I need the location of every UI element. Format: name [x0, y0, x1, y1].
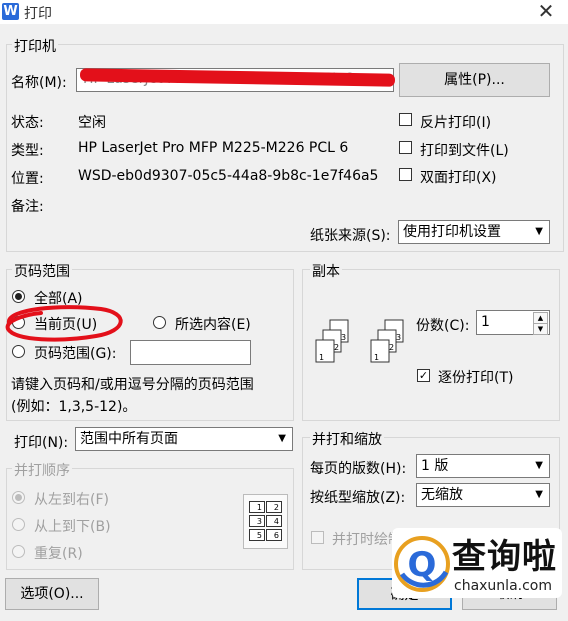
- print-to-file-checkbox[interactable]: [399, 141, 412, 154]
- svg-text:2: 2: [389, 343, 394, 352]
- page-range-input[interactable]: [130, 340, 251, 365]
- chevron-down-icon: ▼: [535, 489, 543, 500]
- pages-per-sheet-label: 每页的版数(H):: [310, 461, 407, 477]
- page-range-hint-2: (例如：1,3,5-12)。: [11, 399, 137, 415]
- order-thumb-2: 2: [266, 501, 282, 513]
- annotation-circle: [5, 305, 123, 342]
- printer-name-label: 名称(M):: [11, 75, 67, 91]
- watermark-logo-icon: Q: [394, 536, 450, 592]
- range-pages-radio[interactable]: [12, 345, 25, 358]
- scale-select[interactable]: 无缩放 ▼: [416, 483, 550, 507]
- copies-group-title: 副本: [310, 261, 342, 281]
- duplex-label: 双面打印(X): [420, 170, 497, 186]
- collate-label: 逐份打印(T): [438, 370, 514, 386]
- chevron-down-icon: ▼: [278, 433, 286, 444]
- print-what-label: 打印(N):: [14, 435, 69, 451]
- range-selection-radio[interactable]: [153, 316, 166, 329]
- order-left-right-label: 从左到右(F): [34, 492, 109, 508]
- reverse-print-label: 反片打印(I): [420, 115, 492, 131]
- type-label: 类型:: [11, 143, 44, 159]
- location-label: 位置:: [11, 171, 44, 187]
- spin-down-icon[interactable]: ▼: [533, 323, 548, 335]
- range-pages-label: 页码范围(G):: [34, 346, 117, 362]
- watermark-text: 查询啦: [452, 537, 557, 577]
- paper-source-value: 使用打印机设置: [403, 224, 501, 240]
- watermark-subtext: chaxunla.com: [454, 578, 552, 594]
- order-thumb-6: 6: [266, 529, 282, 541]
- copies-value: 1: [481, 314, 490, 330]
- chevron-down-icon: ▼: [535, 460, 543, 471]
- print-what-select[interactable]: 范围中所有页面 ▼: [75, 427, 293, 451]
- svg-text:3: 3: [396, 333, 401, 342]
- status-value: 空闲: [78, 115, 106, 131]
- type-value: HP LaserJet Pro MFP M225-M226 PCL 6: [78, 140, 349, 156]
- svg-text:1: 1: [374, 353, 379, 362]
- close-icon[interactable]: ✕: [536, 0, 556, 22]
- svg-text:2: 2: [334, 343, 339, 352]
- comment-label: 备注:: [11, 199, 44, 215]
- paper-source-label: 纸张来源(S):: [310, 228, 391, 244]
- properties-button[interactable]: 属性(P)...: [399, 63, 550, 97]
- printer-group-title: 打印机: [12, 36, 58, 56]
- copies-label: 份数(C):: [416, 318, 470, 334]
- zoom-group-title: 并打和缩放: [310, 429, 384, 449]
- page-range-group-title: 页码范围: [12, 261, 72, 281]
- order-top-bottom-radio[interactable]: [12, 518, 25, 531]
- scale-value: 无缩放: [421, 487, 463, 503]
- reverse-print-checkbox[interactable]: [399, 113, 412, 126]
- collate-stack-icon: 3 2 1 3 2 1: [315, 319, 404, 363]
- duplex-checkbox[interactable]: [399, 168, 412, 181]
- options-button[interactable]: 选项(O)...: [5, 578, 99, 610]
- copies-spinner[interactable]: 1 ▲ ▼: [476, 310, 550, 335]
- order-repeat-label: 重复(R): [34, 546, 83, 562]
- pages-per-sheet-value: 1 版: [421, 458, 449, 474]
- collate-checkbox[interactable]: ✓: [417, 369, 430, 382]
- order-repeat-radio[interactable]: [12, 545, 25, 558]
- draw-borders-checkbox[interactable]: [311, 531, 324, 544]
- window-title: 打印: [24, 6, 52, 22]
- order-top-bottom-label: 从上到下(B): [34, 519, 111, 535]
- wps-app-icon: W: [2, 3, 19, 20]
- page-range-hint-1: 请键入页码和/或用逗号分隔的页码范围: [11, 377, 254, 393]
- order-left-right-radio[interactable]: [12, 491, 25, 504]
- pages-per-sheet-select[interactable]: 1 版 ▼: [416, 454, 550, 478]
- order-thumb-3: 3: [249, 515, 265, 527]
- scale-label: 按纸型缩放(Z):: [310, 490, 406, 506]
- order-thumb-5: 5: [249, 529, 265, 541]
- order-thumb-1: 1: [249, 501, 265, 513]
- chevron-down-icon: ▼: [535, 226, 543, 237]
- print-what-value: 范围中所有页面: [80, 431, 178, 447]
- svg-text:1: 1: [319, 353, 324, 362]
- status-label: 状态:: [11, 115, 44, 131]
- location-value: WSD-eb0d9307-05c5-44a8-9b8c-1e7f46a5: [78, 168, 379, 184]
- paper-source-select[interactable]: 使用打印机设置 ▼: [398, 220, 550, 244]
- svg-text:3: 3: [341, 333, 346, 342]
- order-thumb-4: 4: [266, 515, 282, 527]
- range-selection-label: 所选内容(E): [175, 317, 251, 333]
- title-bar: [0, 0, 568, 24]
- order-group-title: 并打顺序: [12, 460, 72, 480]
- print-to-file-label: 打印到文件(L): [420, 143, 509, 159]
- watermark-letter: Q: [408, 545, 437, 585]
